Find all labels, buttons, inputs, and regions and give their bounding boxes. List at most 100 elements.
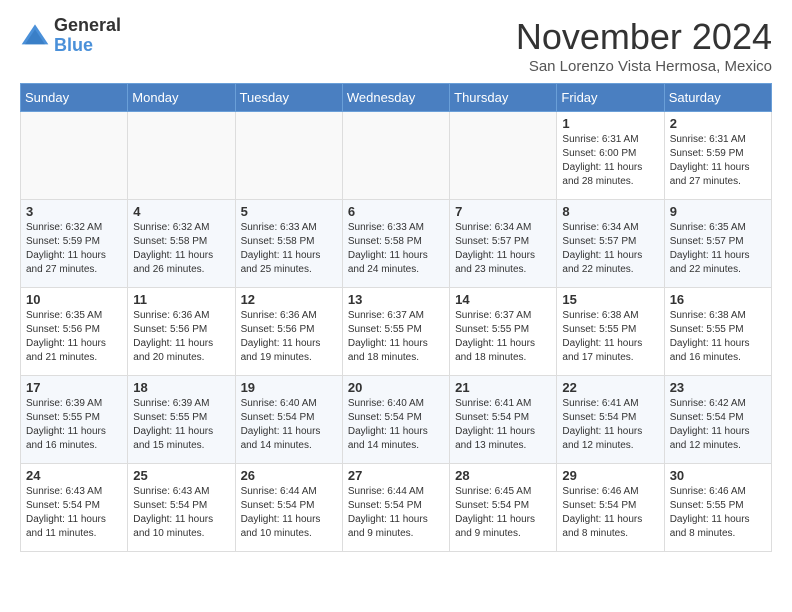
day-number: 21 xyxy=(455,380,551,395)
day-number: 12 xyxy=(241,292,337,307)
page-header: General Blue November 2024 San Lorenzo V… xyxy=(20,16,772,75)
day-info: Sunrise: 6:36 AM Sunset: 5:56 PM Dayligh… xyxy=(133,309,229,365)
day-number: 14 xyxy=(455,292,551,307)
day-number: 10 xyxy=(26,292,122,307)
calendar-cell xyxy=(450,112,557,200)
day-info: Sunrise: 6:37 AM Sunset: 5:55 PM Dayligh… xyxy=(348,309,444,365)
day-info: Sunrise: 6:41 AM Sunset: 5:54 PM Dayligh… xyxy=(455,397,551,453)
day-info: Sunrise: 6:46 AM Sunset: 5:55 PM Dayligh… xyxy=(670,485,766,541)
calendar-week-row: 3 Sunrise: 6:32 AM Sunset: 5:59 PM Daylig… xyxy=(21,200,772,288)
day-info: Sunrise: 6:45 AM Sunset: 5:54 PM Dayligh… xyxy=(455,485,551,541)
day-info: Sunrise: 6:35 AM Sunset: 5:57 PM Dayligh… xyxy=(670,221,766,277)
logo: General Blue xyxy=(20,16,121,56)
day-number: 2 xyxy=(670,116,766,131)
day-info: Sunrise: 6:38 AM Sunset: 5:55 PM Dayligh… xyxy=(670,309,766,365)
day-info: Sunrise: 6:32 AM Sunset: 5:59 PM Dayligh… xyxy=(26,221,122,277)
calendar-cell: 6Sunrise: 6:33 AM Sunset: 5:58 PM Daylig… xyxy=(342,200,449,288)
calendar-cell: 23 Sunrise: 6:42 AM Sunset: 5:54 PM Dayli… xyxy=(664,376,771,464)
day-info: Sunrise: 6:34 AM Sunset: 5:57 PM Dayligh… xyxy=(562,221,658,277)
calendar-cell: 14 Sunrise: 6:37 AM Sunset: 5:55 PM Dayli… xyxy=(450,288,557,376)
weekday-header: Friday xyxy=(557,84,664,112)
calendar-cell: 5Sunrise: 6:33 AM Sunset: 5:58 PM Daylig… xyxy=(235,200,342,288)
logo-blue: Blue xyxy=(54,36,121,56)
calendar-cell: 24Sunrise: 6:43 AM Sunset: 5:54 PM Dayli… xyxy=(21,464,128,552)
calendar-cell xyxy=(21,112,128,200)
day-info: Sunrise: 6:43 AM Sunset: 5:54 PM Dayligh… xyxy=(133,485,229,541)
calendar-cell: 10 Sunrise: 6:35 AM Sunset: 5:56 PM Dayli… xyxy=(21,288,128,376)
day-number: 16 xyxy=(670,292,766,307)
calendar-cell: 20 Sunrise: 6:40 AM Sunset: 5:54 PM Dayli… xyxy=(342,376,449,464)
calendar-cell: 29Sunrise: 6:46 AM Sunset: 5:54 PM Dayli… xyxy=(557,464,664,552)
day-info: Sunrise: 6:43 AM Sunset: 5:54 PM Dayligh… xyxy=(26,485,122,541)
calendar-cell: 16 Sunrise: 6:38 AM Sunset: 5:55 PM Dayli… xyxy=(664,288,771,376)
calendar-week-row: 1 Sunrise: 6:31 AM Sunset: 6:00 PM Daylig… xyxy=(21,112,772,200)
calendar-cell: 4 Sunrise: 6:32 AM Sunset: 5:58 PM Daylig… xyxy=(128,200,235,288)
day-number: 13 xyxy=(348,292,444,307)
day-number: 23 xyxy=(670,380,766,395)
day-info: Sunrise: 6:40 AM Sunset: 5:54 PM Dayligh… xyxy=(348,397,444,453)
day-number: 25 xyxy=(133,468,229,483)
day-number: 15 xyxy=(562,292,658,307)
calendar-cell: 13 Sunrise: 6:37 AM Sunset: 5:55 PM Dayli… xyxy=(342,288,449,376)
calendar-cell: 7 Sunrise: 6:34 AM Sunset: 5:57 PM Daylig… xyxy=(450,200,557,288)
day-number: 20 xyxy=(348,380,444,395)
weekday-header: Thursday xyxy=(450,84,557,112)
day-info: Sunrise: 6:39 AM Sunset: 5:55 PM Dayligh… xyxy=(133,397,229,453)
calendar-cell: 2 Sunrise: 6:31 AM Sunset: 5:59 PM Daylig… xyxy=(664,112,771,200)
day-number: 18 xyxy=(133,380,229,395)
weekday-header: Sunday xyxy=(21,84,128,112)
weekday-header: Tuesday xyxy=(235,84,342,112)
day-info: Sunrise: 6:31 AM Sunset: 6:00 PM Dayligh… xyxy=(562,133,658,189)
month-title: November 2024 xyxy=(516,16,772,58)
day-info: Sunrise: 6:37 AM Sunset: 5:55 PM Dayligh… xyxy=(455,309,551,365)
calendar-week-row: 17 Sunrise: 6:39 AM Sunset: 5:55 PM Dayli… xyxy=(21,376,772,464)
day-number: 29 xyxy=(562,468,658,483)
day-info: Sunrise: 6:40 AM Sunset: 5:54 PM Dayligh… xyxy=(241,397,337,453)
day-number: 1 xyxy=(562,116,658,131)
calendar-table: SundayMondayTuesdayWednesdayThursdayFrid… xyxy=(20,83,772,552)
day-number: 11 xyxy=(133,292,229,307)
calendar-cell: 17Sunrise: 6:39 AM Sunset: 5:55 PM Dayli… xyxy=(21,376,128,464)
day-number: 5 xyxy=(241,204,337,219)
logo-icon xyxy=(20,21,50,51)
logo-text: General Blue xyxy=(54,16,121,56)
calendar-cell: 9Sunrise: 6:35 AM Sunset: 5:57 PM Daylig… xyxy=(664,200,771,288)
day-number: 3 xyxy=(26,204,122,219)
day-info: Sunrise: 6:42 AM Sunset: 5:54 PM Dayligh… xyxy=(670,397,766,453)
day-info: Sunrise: 6:44 AM Sunset: 5:54 PM Dayligh… xyxy=(241,485,337,541)
day-number: 30 xyxy=(670,468,766,483)
calendar-week-row: 24Sunrise: 6:43 AM Sunset: 5:54 PM Dayli… xyxy=(21,464,772,552)
calendar-cell: 21 Sunrise: 6:41 AM Sunset: 5:54 PM Dayli… xyxy=(450,376,557,464)
day-info: Sunrise: 6:44 AM Sunset: 5:54 PM Dayligh… xyxy=(348,485,444,541)
day-info: Sunrise: 6:34 AM Sunset: 5:57 PM Dayligh… xyxy=(455,221,551,277)
day-number: 7 xyxy=(455,204,551,219)
location-subtitle: San Lorenzo Vista Hermosa, Mexico xyxy=(516,58,772,75)
calendar-cell: 22Sunrise: 6:41 AM Sunset: 5:54 PM Dayli… xyxy=(557,376,664,464)
day-number: 27 xyxy=(348,468,444,483)
calendar-cell xyxy=(128,112,235,200)
day-number: 22 xyxy=(562,380,658,395)
calendar-cell: 8 Sunrise: 6:34 AM Sunset: 5:57 PM Daylig… xyxy=(557,200,664,288)
calendar-cell: 25 Sunrise: 6:43 AM Sunset: 5:54 PM Dayli… xyxy=(128,464,235,552)
calendar-cell: 3 Sunrise: 6:32 AM Sunset: 5:59 PM Daylig… xyxy=(21,200,128,288)
weekday-header: Monday xyxy=(128,84,235,112)
day-number: 8 xyxy=(562,204,658,219)
calendar-cell: 18 Sunrise: 6:39 AM Sunset: 5:55 PM Dayli… xyxy=(128,376,235,464)
day-info: Sunrise: 6:32 AM Sunset: 5:58 PM Dayligh… xyxy=(133,221,229,277)
logo-general: General xyxy=(54,16,121,36)
calendar-cell: 12Sunrise: 6:36 AM Sunset: 5:56 PM Dayli… xyxy=(235,288,342,376)
calendar-cell: 15Sunrise: 6:38 AM Sunset: 5:55 PM Dayli… xyxy=(557,288,664,376)
day-info: Sunrise: 6:35 AM Sunset: 5:56 PM Dayligh… xyxy=(26,309,122,365)
day-number: 19 xyxy=(241,380,337,395)
day-number: 4 xyxy=(133,204,229,219)
title-block: November 2024 San Lorenzo Vista Hermosa,… xyxy=(516,16,772,75)
weekday-header: Wednesday xyxy=(342,84,449,112)
calendar-cell xyxy=(342,112,449,200)
calendar-cell: 26Sunrise: 6:44 AM Sunset: 5:54 PM Dayli… xyxy=(235,464,342,552)
calendar-cell xyxy=(235,112,342,200)
day-number: 17 xyxy=(26,380,122,395)
calendar-week-row: 10 Sunrise: 6:35 AM Sunset: 5:56 PM Dayli… xyxy=(21,288,772,376)
day-info: Sunrise: 6:31 AM Sunset: 5:59 PM Dayligh… xyxy=(670,133,766,189)
calendar-cell: 28Sunrise: 6:45 AM Sunset: 5:54 PM Dayli… xyxy=(450,464,557,552)
calendar-cell: 19 Sunrise: 6:40 AM Sunset: 5:54 PM Dayli… xyxy=(235,376,342,464)
